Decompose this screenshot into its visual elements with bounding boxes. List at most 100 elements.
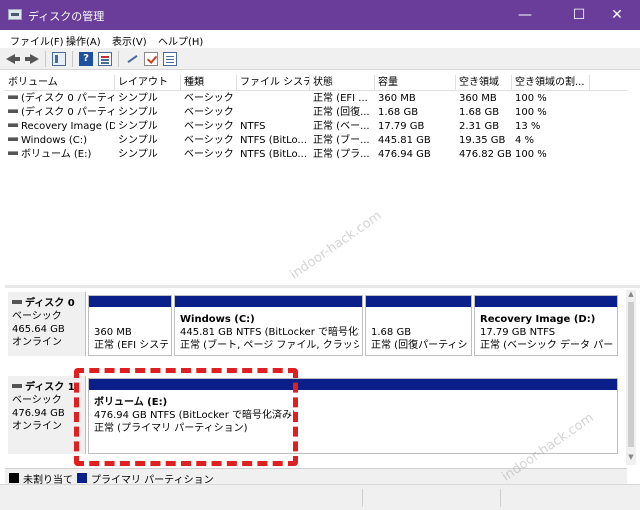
type-cell: ベーシック [184,93,234,104]
highlight-annotation [74,368,298,466]
volume-cell: (ディスク 0 パーティシ... [5,92,115,106]
menu-view[interactable]: 表示(V) [112,33,147,48]
partition-status: 正常 (ブート, ページ ファイル, クラッシュ ダンプ, [180,340,359,351]
free-space-cell: 19.35 GB [459,135,506,146]
volume-name: Recovery Image (D:) [21,121,115,132]
table-row[interactable]: Recovery Image (D:) シンプル ベーシック NTFS 正常 (… [5,120,627,134]
table-row[interactable]: ボリューム (E:) シンプル ベーシック NTFS (BitLo... 正常 … [5,148,627,162]
partition-recovery[interactable]: 1.68 GB 正常 (回復パーティション [365,295,472,356]
disk-0-label[interactable]: ディスク 0 ベーシック 465.64 GB オンライン [8,292,86,356]
column-header-free-space[interactable]: 空き領域 [456,75,512,91]
panel-icon[interactable] [52,52,66,66]
capacity-cell: 1.68 GB [378,107,419,118]
volume-icon [8,137,18,141]
status-cell [362,489,363,507]
column-header-layout[interactable]: レイアウト [115,75,181,91]
type-cell: ベーシック [184,121,234,132]
free-space-cell: 476.82 GB [459,149,512,160]
disk-0-size: 465.64 GB [12,324,65,335]
partition-size: 445.81 GB NTFS (BitLocker で暗号化済み [180,327,359,338]
capacity-cell: 445.81 GB [378,135,431,146]
partition-windows[interactable]: Windows (C:) 445.81 GB NTFS (BitLocker で… [174,295,363,356]
check-icon[interactable] [144,52,158,66]
filesystem-cell: NTFS (BitLo... [240,135,308,146]
scroll-thumb[interactable] [628,302,634,447]
disk-0-type: ベーシック [12,311,62,322]
volume-cell: (ディスク 0 パーティシ... [5,106,115,120]
volume-name: (ディスク 0 パーティシ... [21,107,115,118]
type-cell: ベーシック [184,149,234,160]
disk-0-name: ディスク 0 [25,298,75,309]
status-cell: 正常 (ベー... [313,121,370,132]
table-row[interactable]: (ディスク 0 パーティシ... シンプル ベーシック 正常 (EFI ... … [5,92,627,106]
back-arrow-icon[interactable] [6,52,20,66]
watermark: indoor-hack.com [287,208,385,283]
filesystem-cell [237,106,310,120]
layout-cell: シンプル [118,107,158,118]
disk-1-name: ディスク 1 [25,382,75,393]
free-percent-cell: 100 % [515,149,547,160]
scroll-down-icon[interactable]: ▼ [627,453,635,463]
menu-help[interactable]: ヘルプ(H) [158,33,203,48]
partition-status: 正常 (回復パーティション [371,340,468,351]
wand-icon[interactable] [125,52,139,66]
pane-splitter[interactable] [5,285,640,288]
volume-name: ボリューム (E:) [21,149,92,160]
minimize-button[interactable]: — [502,0,548,30]
partition-recovery-image[interactable]: Recovery Image (D:) 17.79 GB NTFS 正常 (ベー… [474,295,618,356]
help-icon[interactable]: ? [79,52,93,66]
column-header-capacity[interactable]: 容量 [375,75,456,91]
disk-icon [12,384,22,388]
partition-size: 1.68 GB [371,327,412,338]
disk-pane-scrollbar[interactable]: ▲ ▼ [626,290,636,465]
list-icon[interactable] [163,52,177,66]
forward-arrow-icon[interactable] [25,52,39,66]
column-header-type[interactable]: 種類 [181,75,237,91]
column-header-volume[interactable]: ボリューム [5,75,115,91]
menu-action[interactable]: 操作(A) [66,33,101,48]
menu-bar: ファイル(F) 操作(A) 表示(V) ヘルプ(H) [0,30,640,48]
capacity-cell: 360 MB [378,93,416,104]
capacity-cell: 17.79 GB [378,121,425,132]
layout-cell: シンプル [118,121,158,132]
free-percent-cell: 100 % [515,93,547,104]
layout-cell: シンプル [118,135,158,146]
partition-bar [366,296,471,307]
window-title: ディスクの管理 [28,10,105,23]
volume-icon [8,109,18,113]
partition-status: 正常 (ベーシック データ パーティショ [480,340,614,351]
free-percent-cell: 100 % [515,107,547,118]
disk-0-status: オンライン [12,337,62,348]
volume-cell: ボリューム (E:) [5,148,115,162]
column-header-status[interactable]: 状態 [310,75,375,91]
toolbar: ? [0,48,640,70]
volume-name: Windows (C:) [21,135,87,146]
partition-bar [89,296,171,307]
properties-icon[interactable] [98,52,112,66]
filesystem-cell: NTFS (BitLo... [240,149,308,160]
partition-name: Windows (C:) [180,314,255,325]
scroll-up-icon[interactable]: ▲ [627,290,635,300]
capacity-cell: 476.94 GB [378,149,431,160]
partition-size: 360 MB [94,327,132,338]
title-bar[interactable]: ディスクの管理 — ☐ ✕ [0,0,640,30]
close-button[interactable]: ✕ [594,0,640,30]
primary-partition-swatch [77,473,87,483]
filesystem-cell [237,92,310,106]
disk-management-app-icon [8,9,22,20]
volume-cell: Recovery Image (D:) [5,120,115,134]
volume-icon [8,95,18,99]
column-header-free-percent[interactable]: 空き領域の割... [512,75,590,91]
table-row[interactable]: Windows (C:) シンプル ベーシック NTFS (BitLo... 正… [5,134,627,148]
type-cell: ベーシック [184,107,234,118]
status-cell: 正常 (EFI ... [313,93,368,104]
status-bar [0,484,640,510]
table-row[interactable]: (ディスク 0 パーティシ... シンプル ベーシック 正常 (回復... 1.… [5,106,627,120]
filesystem-cell: NTFS [240,121,266,132]
volume-icon [8,151,18,155]
layout-cell: シンプル [118,93,158,104]
menu-file[interactable]: ファイル(F) [10,33,64,48]
free-space-cell: 360 MB [459,93,497,104]
column-header-filesystem[interactable]: ファイル システム [237,75,310,91]
partition-efi[interactable]: 360 MB 正常 (EFI システム [88,295,172,356]
